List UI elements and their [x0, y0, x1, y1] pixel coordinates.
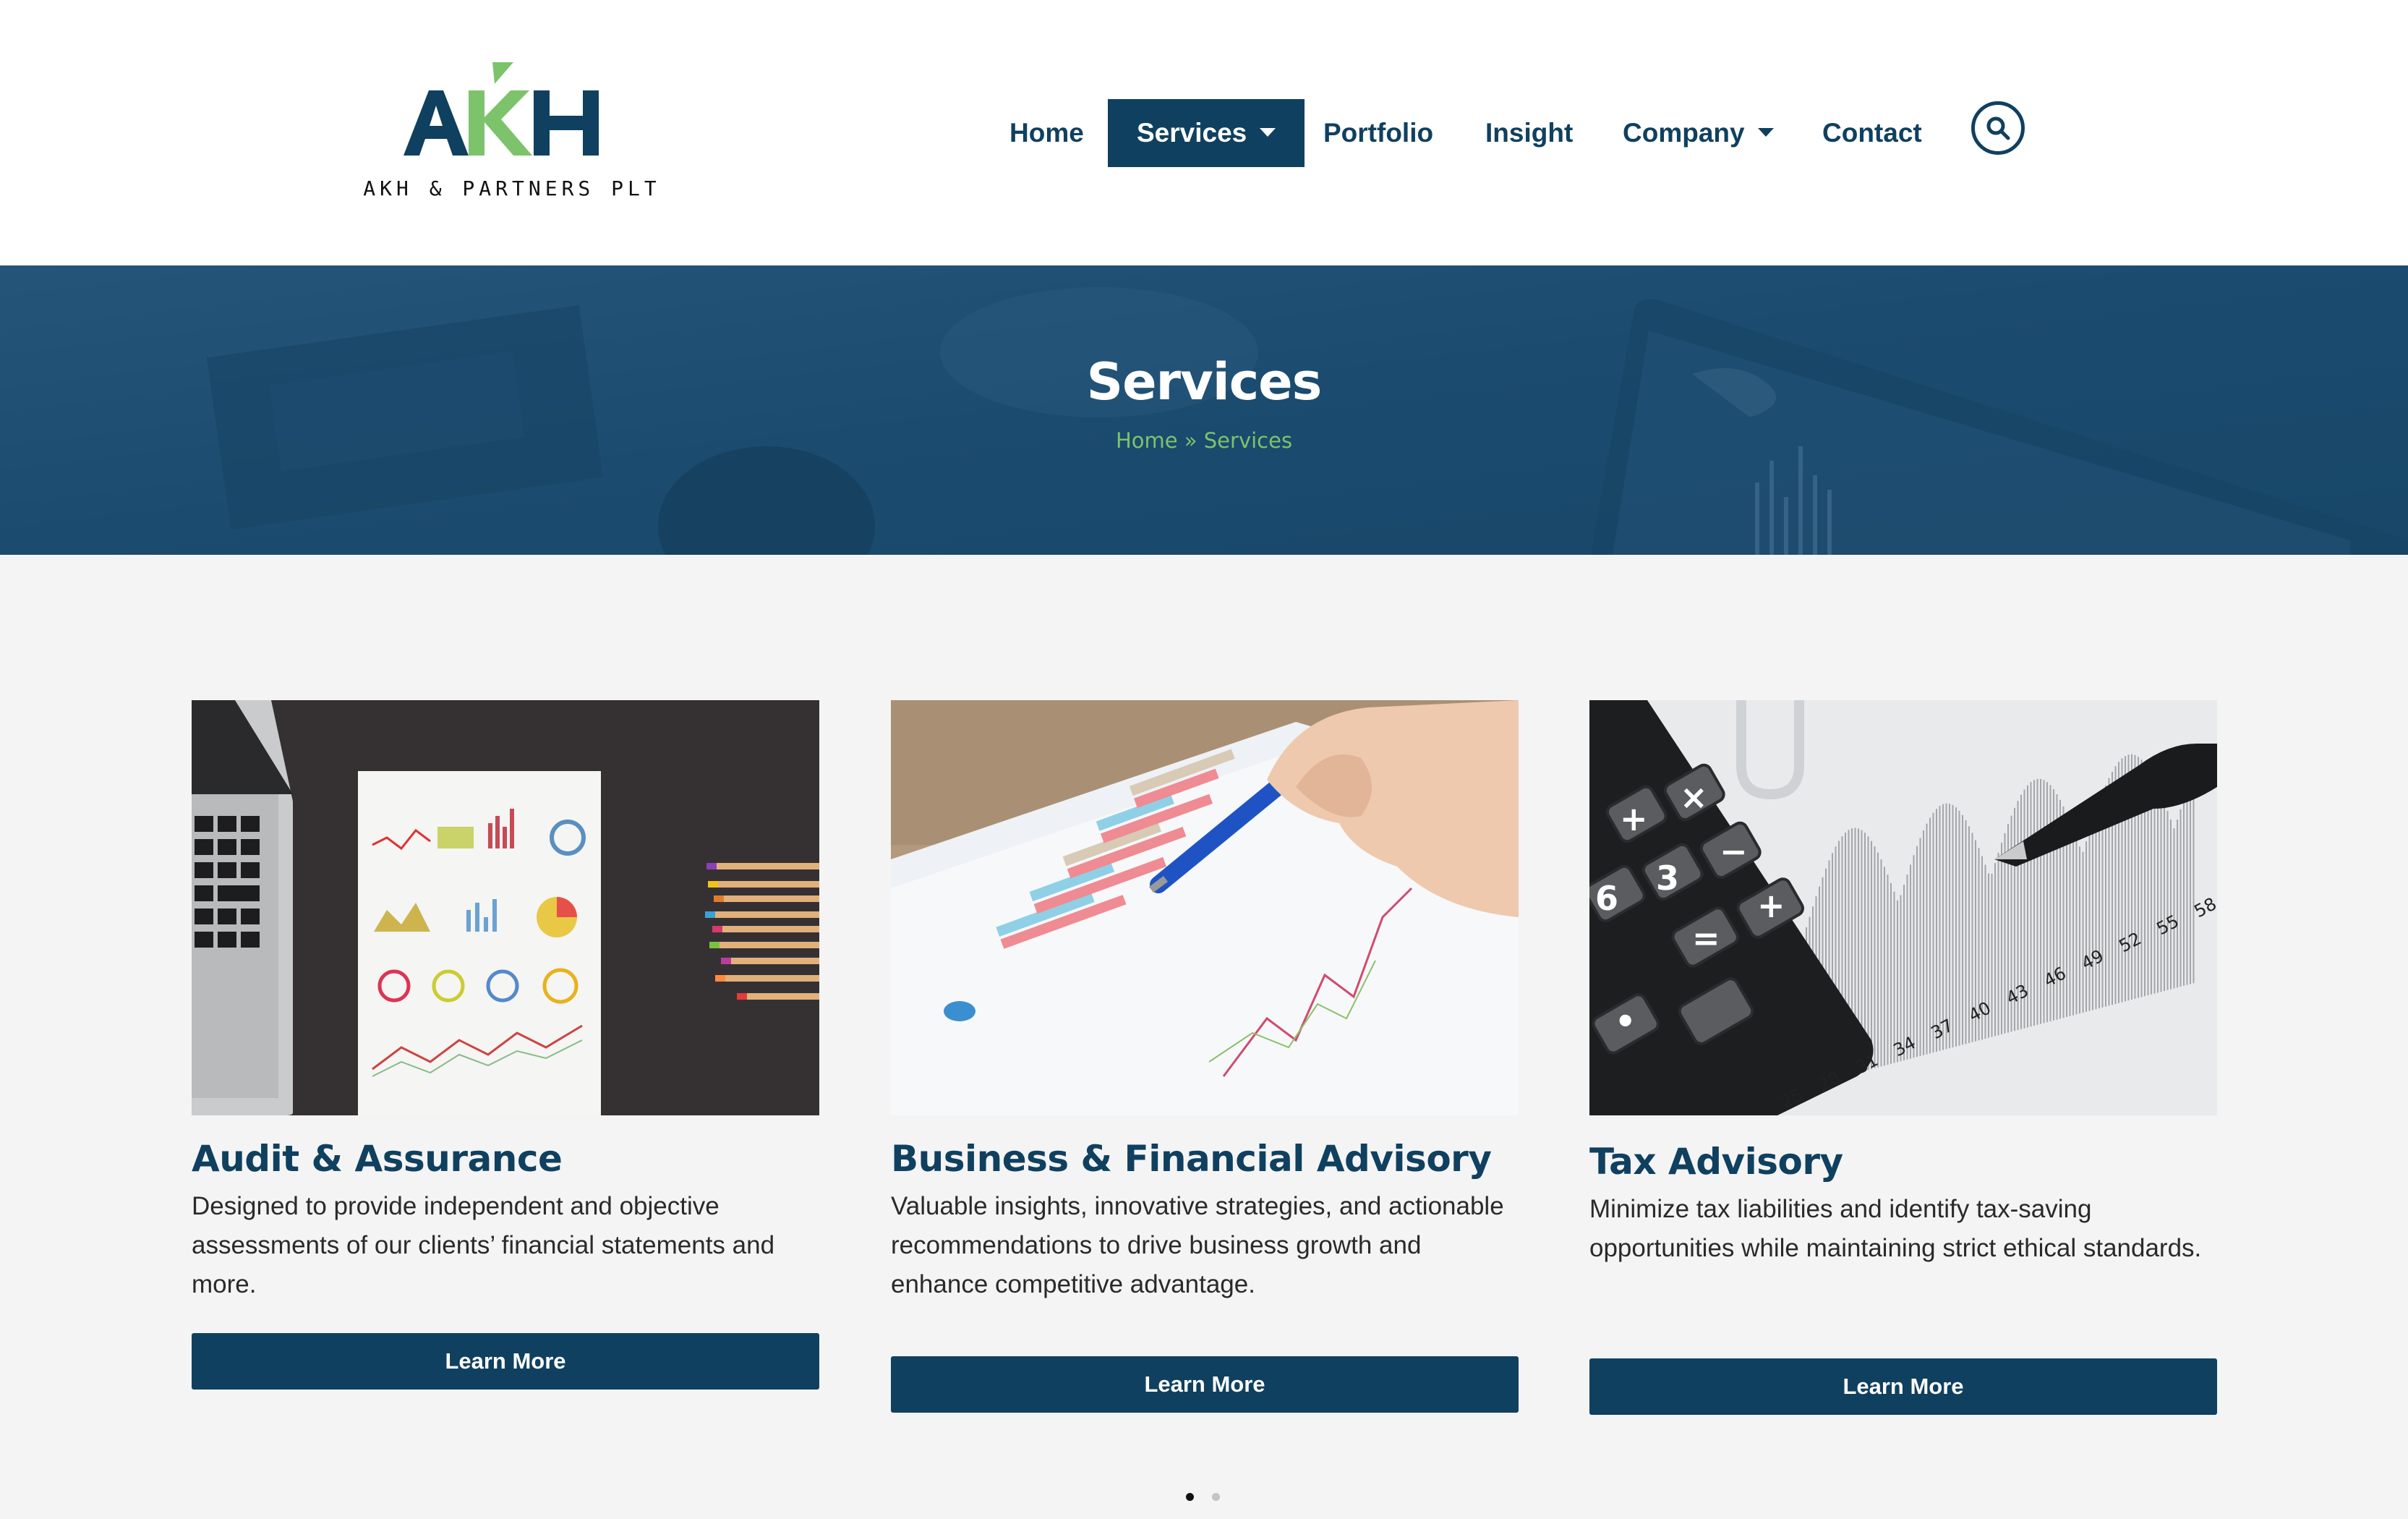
- breadcrumb-home-link[interactable]: Home: [1116, 428, 1178, 453]
- nav-contact-label: Contact: [1822, 118, 1922, 148]
- page-hero: Services Home » Services: [0, 265, 2408, 555]
- logo-text: AKH & PARTNERS PLT: [363, 176, 660, 200]
- svg-text:+: +: [1620, 799, 1648, 838]
- svg-text:−: −: [1720, 832, 1748, 871]
- calculator-pen-graph-image: + × 6 3− = + • 25 28 31 34 37 40 43 46 49 52 55 58: [1589, 700, 2217, 1115]
- nav-home-label: Home: [1009, 118, 1084, 148]
- nav-home[interactable]: Home: [1009, 99, 1084, 167]
- nav-insight[interactable]: Insight: [1485, 99, 1573, 167]
- nav-contact[interactable]: Contact: [1822, 99, 1922, 167]
- service-description: Designed to provide independent and obje…: [192, 1192, 775, 1298]
- service-description: Valuable insights, innovative strategies…: [891, 1192, 1504, 1298]
- laptop-with-chart-report-image: [192, 700, 819, 1115]
- svg-text:3: 3: [1656, 859, 1679, 898]
- nav-company-label: Company: [1623, 118, 1745, 148]
- svg-text:+: +: [1757, 886, 1785, 925]
- svg-text:=: =: [1692, 919, 1720, 958]
- search-icon: [1986, 116, 2010, 140]
- learn-more-button[interactable]: Learn More: [192, 1333, 819, 1390]
- search-button[interactable]: [1971, 101, 2025, 155]
- hand-pen-bar-chart-image: [891, 700, 1519, 1115]
- nav-portfolio-label: Portfolio: [1323, 118, 1434, 148]
- nav-portfolio[interactable]: Portfolio: [1323, 99, 1433, 167]
- nav-services[interactable]: Services: [1108, 99, 1305, 167]
- service-title: Tax Advisory: [1589, 1141, 1843, 1183]
- nav-insight-label: Insight: [1485, 118, 1574, 148]
- chevron-down-icon: [1757, 128, 1774, 137]
- chevron-down-icon: [1260, 128, 1276, 137]
- page-title: Services: [1086, 352, 1323, 412]
- svg-text:•: •: [1615, 1002, 1636, 1041]
- carousel-dot-active[interactable]: [1186, 1493, 1194, 1501]
- carousel-dot[interactable]: [1212, 1493, 1220, 1501]
- breadcrumb-separator: »: [1184, 428, 1197, 453]
- svg-text:6: 6: [1595, 879, 1618, 918]
- service-title: Business & Financial Advisory: [891, 1138, 1492, 1180]
- site-header: AKH & PARTNERS PLT Home Services Portfol…: [0, 0, 2408, 265]
- learn-more-button[interactable]: Learn More: [1589, 1358, 2217, 1415]
- nav-services-label: Services: [1137, 118, 1247, 148]
- breadcrumb-current: Services: [1203, 428, 1293, 453]
- svg-text:×: ×: [1680, 778, 1708, 817]
- logo-graphic: AKH & PARTNERS PLT: [363, 62, 660, 200]
- service-title: Audit & Assurance: [192, 1138, 563, 1180]
- nav-company[interactable]: Company: [1623, 99, 1774, 167]
- learn-more-button[interactable]: Learn More: [891, 1356, 1519, 1413]
- service-description: Minimize tax liabilities and identify ta…: [1589, 1195, 2202, 1262]
- breadcrumb: Home » Services: [0, 428, 2408, 453]
- akh-logo[interactable]: AKH & PARTNERS PLT: [353, 58, 671, 210]
